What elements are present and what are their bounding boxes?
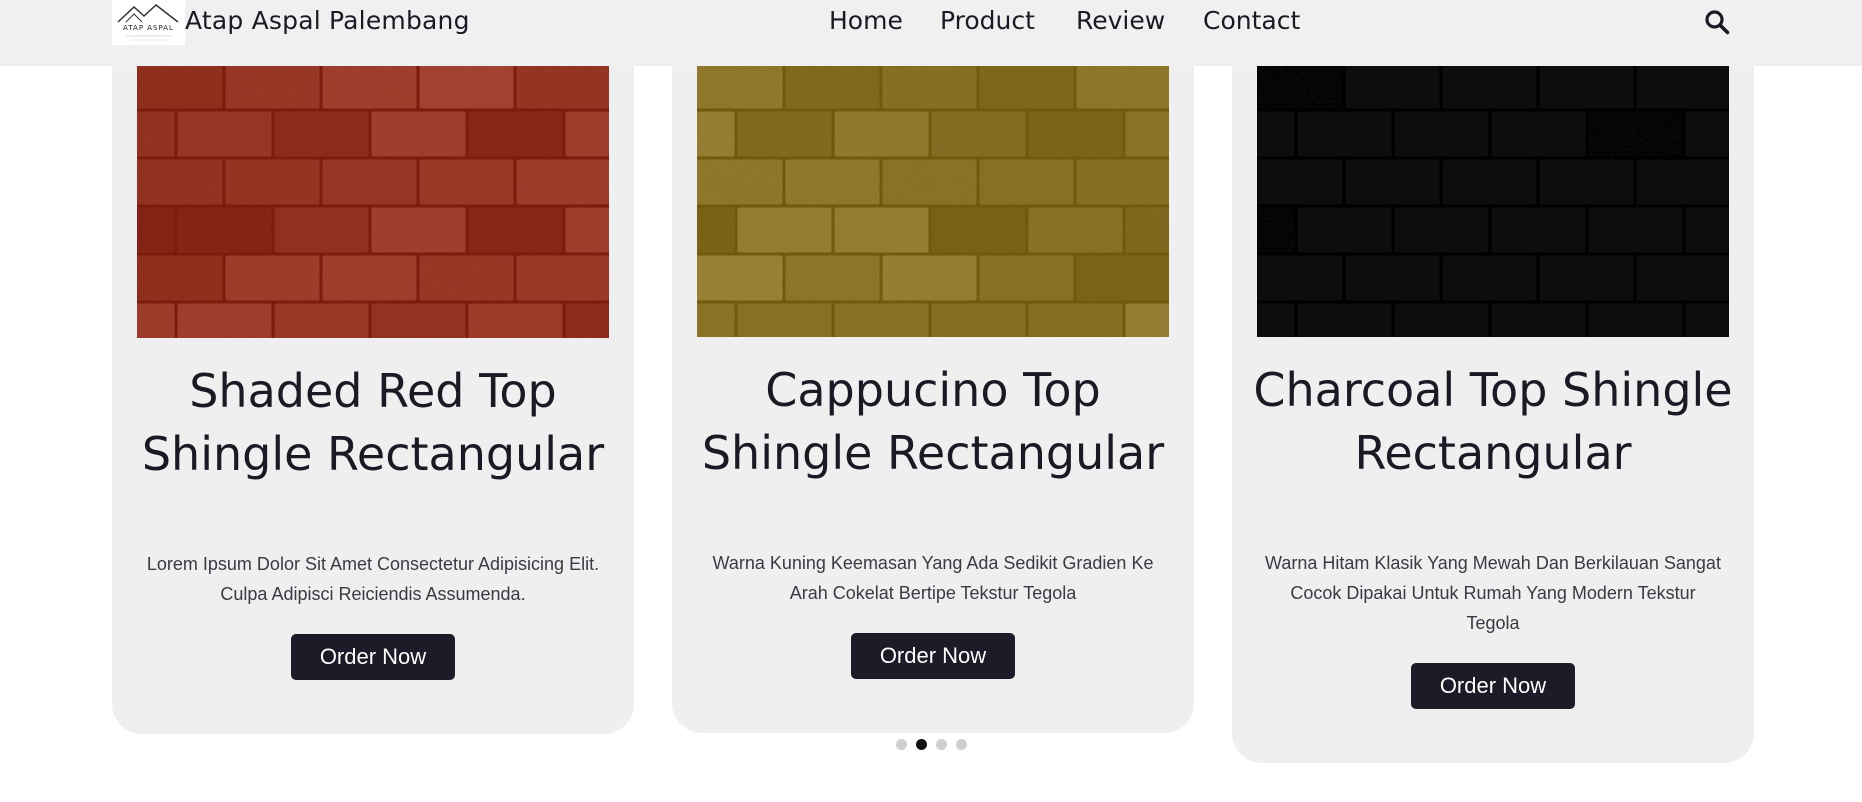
carousel-dot[interactable] [916,739,927,750]
product-card: Shaded Red Top Shingle Rectangular Lorem… [112,0,634,734]
product-card: Charcoal Top Shingle Rectangular Warna H… [1232,0,1754,763]
shingle-image [1257,66,1729,337]
product-image [137,66,609,338]
product-description: Warna Hitam Klasik Yang Mewah Dan Berkil… [1265,553,1721,633]
nav-contact[interactable]: Contact [1203,6,1300,35]
nav-home[interactable]: Home [829,6,903,35]
product-title: Shaded Red Top Shingle Rectangular [141,364,605,481]
nav-review[interactable]: Review [1076,6,1165,35]
nav-product[interactable]: Product [940,6,1035,35]
carousel-dot[interactable] [956,739,967,750]
product-image [697,66,1169,337]
carousel-dot[interactable] [936,739,947,750]
product-description: Warna Kuning Keemasan Yang Ada Sedikit G… [712,553,1154,603]
site-header: ATAP ASPAL Atap Aspal Palembang Home Pro… [0,0,1862,66]
product-title: Charcoal Top Shingle Rectangular [1253,363,1733,480]
product-description: Lorem Ipsum Dolor Sit Amet Consectetur A… [146,554,600,604]
main-nav: Home Product Review Contact [0,6,1862,42]
order-now-button[interactable]: Order Now [291,634,455,680]
product-card: Cappucino Top Shingle Rectangular Warna … [672,0,1194,733]
order-now-button[interactable]: Order Now [851,633,1015,679]
shingle-image [137,66,609,338]
product-title: Cappucino Top Shingle Rectangular [701,363,1165,480]
search-icon[interactable] [1704,9,1730,35]
product-image [1257,66,1729,337]
shingle-image [697,66,1169,337]
order-now-button[interactable]: Order Now [1411,663,1575,709]
carousel-dot[interactable] [896,739,907,750]
